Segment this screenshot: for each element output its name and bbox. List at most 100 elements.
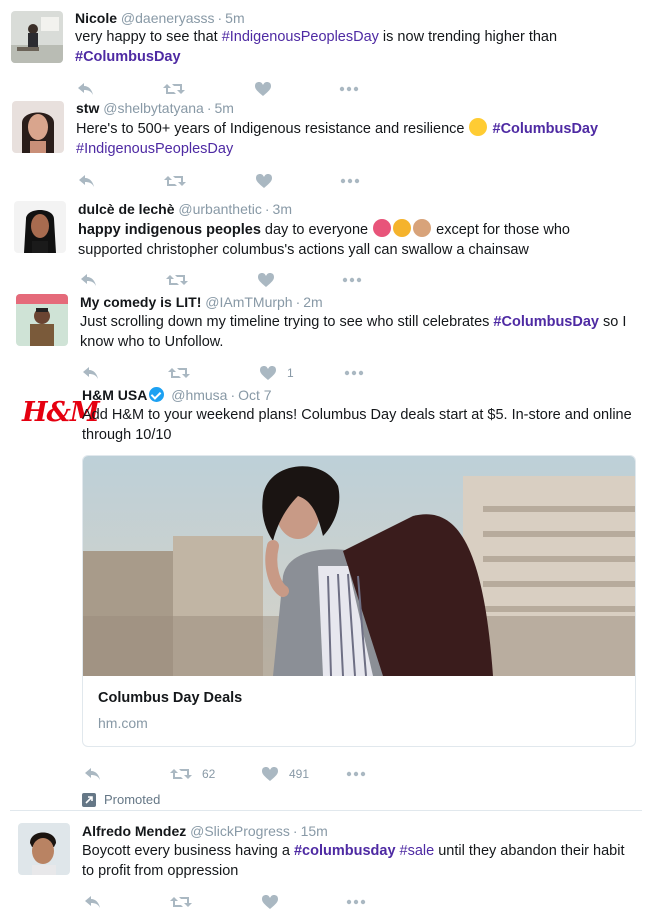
separator-dot: · bbox=[230, 387, 236, 403]
tweet-text-segment: Boycott every business having a bbox=[82, 843, 294, 859]
more-icon bbox=[344, 365, 364, 381]
more-button[interactable] bbox=[344, 365, 364, 381]
retweet-button[interactable] bbox=[166, 272, 188, 288]
author-name[interactable]: Nicole bbox=[75, 10, 117, 26]
more-button[interactable] bbox=[346, 894, 366, 910]
like-button[interactable]: 491 bbox=[261, 766, 309, 782]
author-name[interactable]: H&M USA bbox=[82, 387, 147, 403]
link-card[interactable]: Columbus Day Deals hm.com bbox=[82, 455, 636, 747]
verified-icon bbox=[149, 387, 165, 402]
more-button[interactable] bbox=[339, 81, 359, 97]
reply-icon bbox=[84, 766, 102, 782]
separator-dot: · bbox=[206, 100, 212, 116]
author-name[interactable]: dulcè de lechè bbox=[78, 201, 174, 217]
timestamp[interactable]: 2m bbox=[303, 294, 322, 310]
retweet-icon bbox=[163, 81, 185, 97]
retweet-icon bbox=[164, 173, 186, 189]
like-icon bbox=[257, 272, 275, 288]
more-icon bbox=[346, 766, 366, 782]
avatar[interactable] bbox=[18, 823, 70, 875]
promoted-text: Promoted bbox=[104, 792, 161, 807]
more-icon bbox=[346, 894, 366, 910]
timestamp[interactable]: 3m bbox=[273, 201, 292, 217]
tweet-text-segment: is now trending higher than bbox=[378, 29, 558, 45]
avatar[interactable] bbox=[11, 11, 63, 63]
like-icon bbox=[259, 365, 277, 381]
author-name[interactable]: stw bbox=[76, 100, 99, 116]
promoted-label[interactable]: Promoted bbox=[82, 792, 160, 807]
like-button[interactable]: 1 bbox=[259, 365, 294, 381]
more-button[interactable] bbox=[346, 766, 366, 782]
sun-emoji-icon bbox=[393, 219, 412, 237]
like-icon bbox=[255, 173, 273, 189]
hashtag-link[interactable]: #ColumbusDay bbox=[493, 121, 599, 137]
author-handle[interactable]: @daeneryasss bbox=[121, 10, 215, 26]
reply-button[interactable] bbox=[77, 81, 95, 97]
like-button[interactable] bbox=[254, 81, 272, 97]
card-image[interactable] bbox=[83, 456, 635, 677]
author-handle[interactable]: @urbanthetic bbox=[178, 201, 261, 217]
avatar[interactable] bbox=[16, 294, 68, 346]
reply-icon bbox=[80, 272, 98, 288]
card-title[interactable]: Columbus Day Deals bbox=[98, 690, 242, 706]
tweet-text-segment: Here's to 500+ years of Indigenous resis… bbox=[76, 121, 469, 137]
reply-button[interactable] bbox=[80, 272, 98, 288]
more-icon bbox=[342, 272, 362, 288]
timestamp[interactable]: 5m bbox=[225, 10, 244, 26]
timestamp[interactable]: Oct 7 bbox=[238, 387, 271, 403]
tweet-text: Here's to 500+ years of Indigenous resis… bbox=[76, 118, 626, 159]
like-button[interactable] bbox=[261, 894, 279, 910]
timestamp[interactable]: 15m bbox=[301, 823, 328, 839]
reply-button[interactable] bbox=[78, 173, 96, 189]
reply-button[interactable] bbox=[84, 894, 102, 910]
tweet-text: very happy to see that #IndigenousPeople… bbox=[75, 27, 625, 67]
retweet-button[interactable] bbox=[164, 173, 186, 189]
tweet-text-segment: very happy to see that bbox=[75, 29, 222, 45]
separator-dot: · bbox=[264, 201, 270, 217]
reply-icon bbox=[77, 81, 95, 97]
avatar[interactable] bbox=[12, 101, 64, 153]
hashtag-link[interactable]: #ColumbusDay bbox=[493, 314, 599, 330]
divider bbox=[10, 810, 642, 811]
more-button[interactable] bbox=[340, 173, 360, 189]
avatar[interactable] bbox=[14, 201, 66, 253]
like-button[interactable] bbox=[255, 173, 273, 189]
retweet-button[interactable] bbox=[163, 81, 185, 97]
author-handle[interactable]: @SlickProgress bbox=[190, 823, 290, 839]
like-icon bbox=[254, 81, 272, 97]
hashtag-link[interactable]: #columbusday bbox=[294, 843, 396, 859]
hashtag-link[interactable]: #IndigenousPeoplesDay bbox=[76, 141, 233, 157]
more-icon bbox=[340, 173, 360, 189]
like-button[interactable] bbox=[257, 272, 275, 288]
timestamp[interactable]: 5m bbox=[215, 100, 234, 116]
reply-icon bbox=[78, 173, 96, 189]
author-name[interactable]: Alfredo Mendez bbox=[82, 823, 186, 839]
hashtag-link[interactable]: #sale bbox=[400, 843, 435, 859]
like-count: 1 bbox=[287, 366, 294, 380]
promoted-icon bbox=[82, 792, 96, 807]
like-icon bbox=[261, 766, 279, 782]
retweet-icon bbox=[170, 894, 192, 910]
retweet-count: 62 bbox=[202, 767, 216, 781]
hashtag-link[interactable]: #IndigenousPeoplesDay bbox=[222, 29, 379, 45]
tweet-text: Just scrolling down my timeline trying t… bbox=[80, 312, 630, 352]
separator-dot: · bbox=[295, 294, 301, 310]
hashtag-link[interactable]: #ColumbusDay bbox=[75, 49, 181, 65]
tweet-text-segment: happy indigenous peoples bbox=[78, 222, 261, 238]
reply-button[interactable] bbox=[82, 365, 100, 381]
tweet-text: Boycott every business having a #columbu… bbox=[82, 841, 632, 881]
retweet-button[interactable] bbox=[170, 894, 192, 910]
reply-button[interactable] bbox=[84, 766, 102, 782]
tweet-text: happy indigenous peoples day to everyone… bbox=[78, 219, 628, 260]
author-name[interactable]: My comedy is LIT! bbox=[80, 294, 201, 310]
retweet-button[interactable] bbox=[168, 365, 190, 381]
more-button[interactable] bbox=[342, 272, 362, 288]
card-domain[interactable]: hm.com bbox=[98, 715, 148, 731]
author-handle[interactable]: @IAmTMurph bbox=[205, 294, 292, 310]
separator-dot: · bbox=[217, 10, 223, 26]
author-handle[interactable]: @hmusa bbox=[171, 387, 227, 403]
retweet-button[interactable]: 62 bbox=[170, 766, 215, 782]
author-handle[interactable]: @shelbytatyana bbox=[103, 100, 204, 116]
reply-icon bbox=[82, 365, 100, 381]
fist-emoji-icon bbox=[413, 219, 432, 237]
